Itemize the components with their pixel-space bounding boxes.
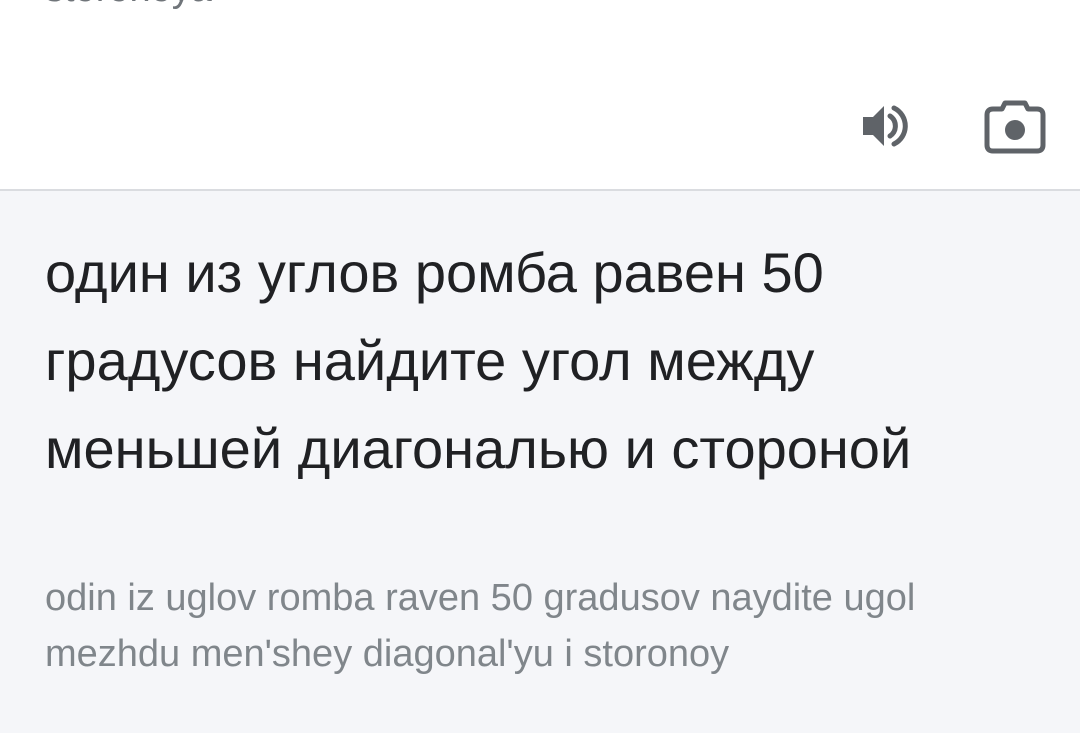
translation-result-panel: один из углов ромба равен 50 градусов на…: [0, 191, 1080, 733]
listen-button[interactable]: [845, 88, 921, 164]
camera-button[interactable]: [977, 88, 1053, 164]
translation-text: один из углов ромба равен 50 градусов на…: [45, 241, 912, 480]
translate-screen: storonoya один из углов ромба равен 50 г…: [0, 0, 1080, 733]
speaker-icon: [863, 105, 908, 147]
source-panel: storonoya: [0, 0, 1080, 189]
source-transliteration: storonoya: [45, 0, 212, 8]
camera-icon: [984, 100, 1046, 154]
translation-transliteration: odin iz uglov romba raven 50 gradusov na…: [45, 577, 916, 675]
